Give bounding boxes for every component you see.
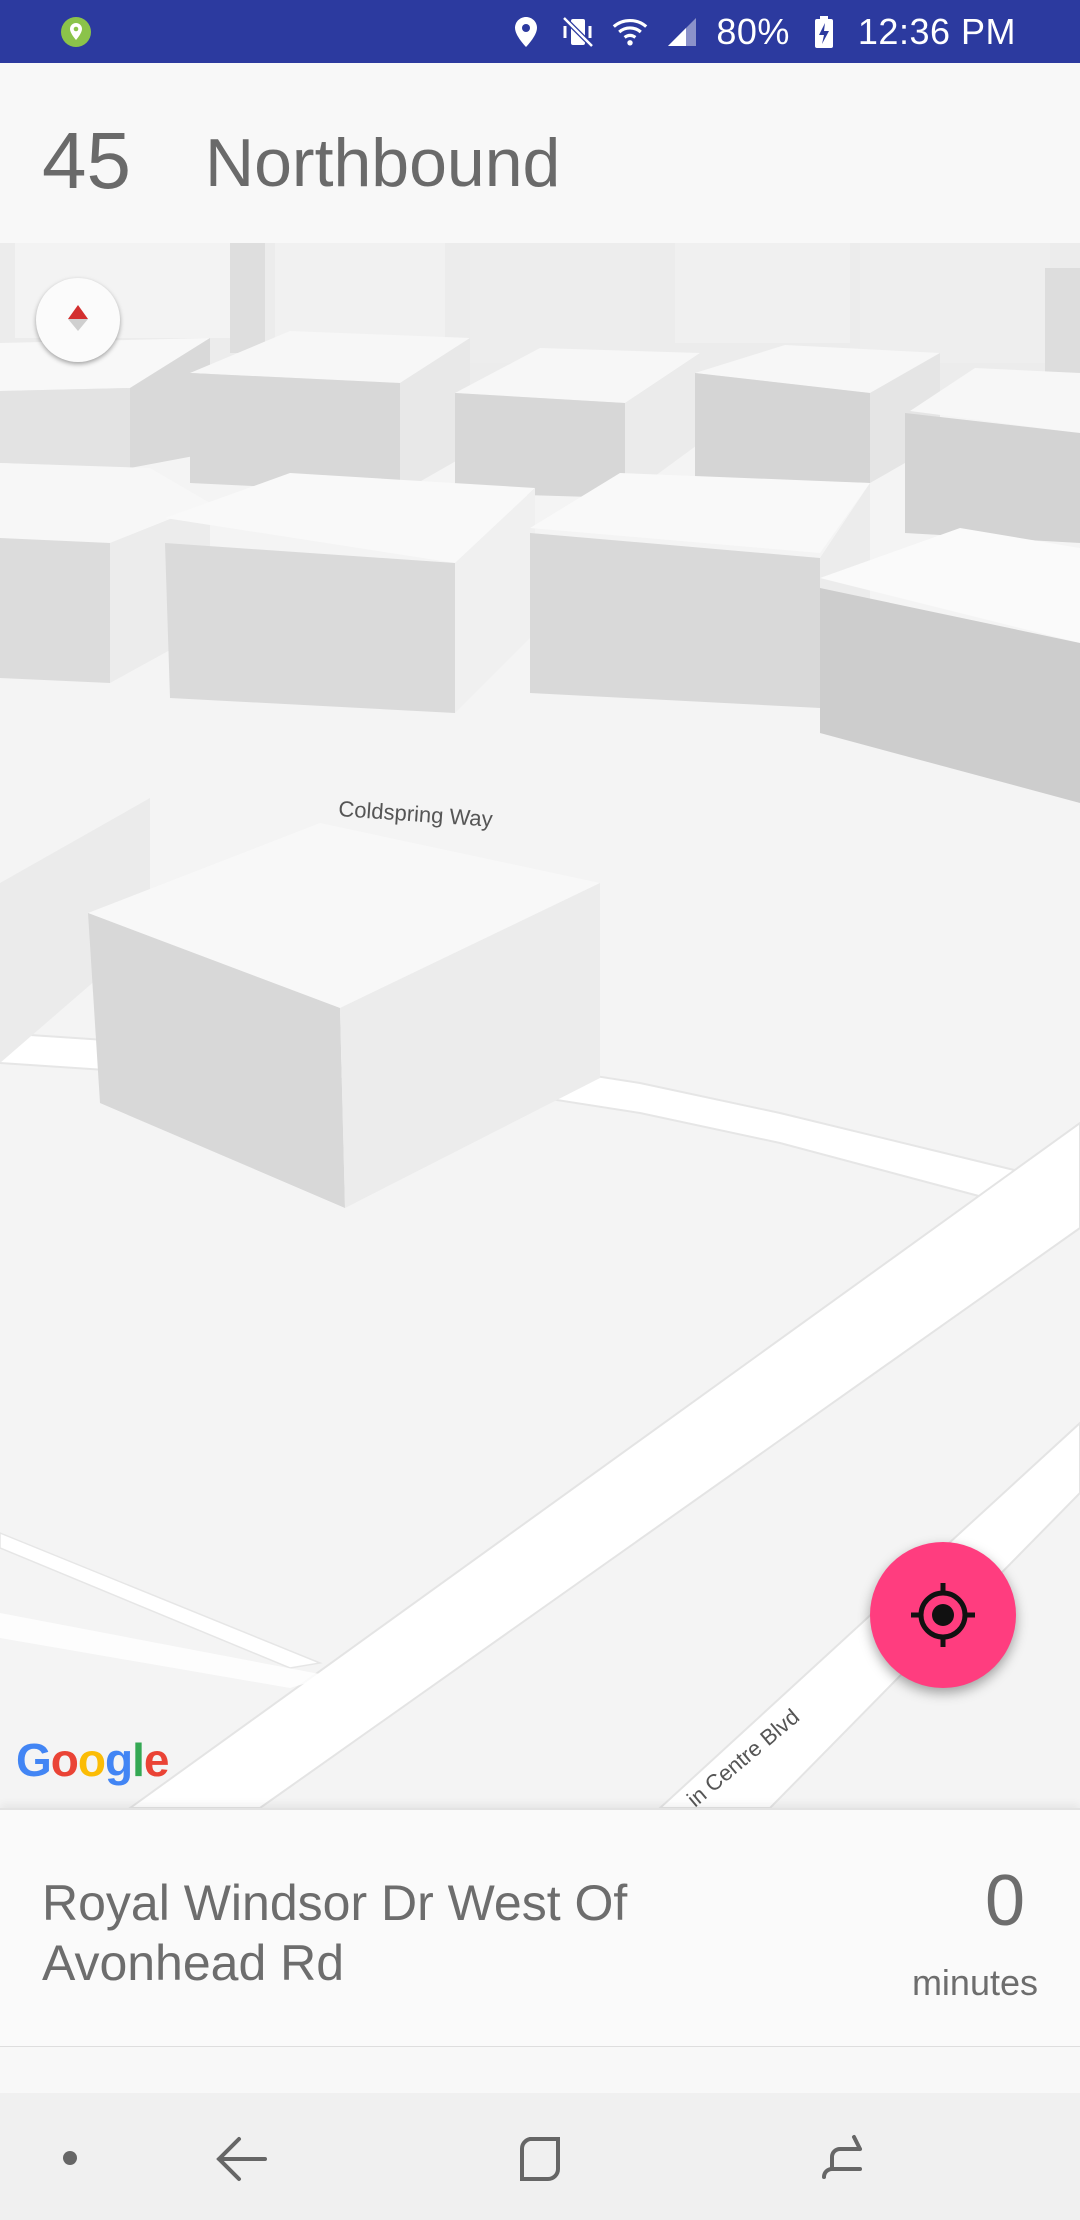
my-location-icon — [911, 1583, 975, 1647]
compass-icon — [68, 305, 88, 331]
dot-icon — [63, 2151, 77, 2165]
navigation-bar — [0, 2093, 1080, 2220]
list-continuation — [0, 2047, 1080, 2093]
route-number: 45 — [42, 116, 131, 205]
status-icons: 80% 12:36 PM — [508, 11, 1016, 52]
vibrate-mute-icon — [562, 16, 595, 48]
home-icon — [520, 2137, 560, 2181]
logo-letter: o — [50, 1734, 79, 1786]
compass-button[interactable] — [36, 278, 120, 362]
nav-dot-button[interactable] — [35, 2123, 105, 2193]
logo-letter: G — [16, 1734, 52, 1786]
recents-icon — [822, 2135, 862, 2179]
google-logo: Google — [16, 1733, 170, 1787]
stop-name: Royal Windsor Dr West Of Avonhead Rd — [42, 1875, 628, 1991]
location-pin-icon — [61, 17, 91, 47]
logo-letter: o — [77, 1734, 106, 1786]
my-location-button[interactable] — [870, 1542, 1016, 1688]
eta-unit: minutes — [911, 1962, 1038, 2003]
battery-charging-icon — [814, 16, 833, 48]
clock: 12:36 PM — [857, 11, 1016, 52]
stop-info-panel[interactable]: Royal Windsor Dr West Of Avonhead Rd 0 m… — [0, 1808, 1080, 2049]
battery-percent: 80% — [716, 11, 790, 52]
logo-letter: e — [143, 1734, 170, 1786]
route-header: 45 Northbound — [0, 63, 1080, 243]
eta-value: 0 — [984, 1861, 1025, 1941]
signal-icon — [668, 18, 697, 46]
location-icon — [515, 17, 538, 47]
nav-recents-button[interactable] — [810, 2123, 880, 2193]
logo-letter: g — [105, 1734, 133, 1786]
status-bar: 80% 12:36 PM — [0, 0, 1080, 63]
nav-home-button[interactable] — [508, 2123, 578, 2193]
map-view[interactable]: Coldspring Way in Centre Blvd Google — [0, 243, 1080, 1808]
nav-back-button[interactable] — [205, 2123, 275, 2193]
route-direction: Northbound — [205, 125, 561, 201]
wifi-icon — [613, 18, 648, 46]
logo-letter: l — [132, 1734, 145, 1786]
back-icon — [216, 2137, 267, 2181]
